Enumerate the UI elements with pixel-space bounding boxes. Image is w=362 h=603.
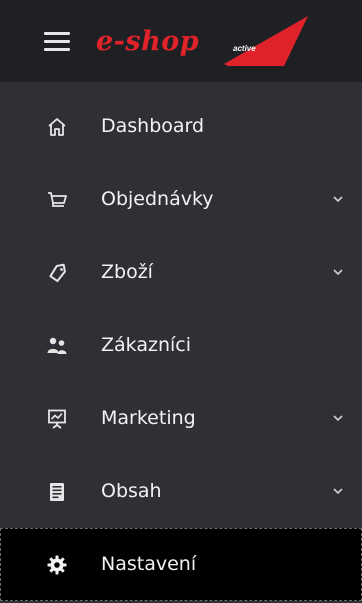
sidebar-item-label: Objednávky <box>101 188 214 210</box>
eshop-logo[interactable]: e-shop active <box>96 14 308 70</box>
sidebar: e-shop active Dashboard Objednávky Zboží… <box>0 0 362 603</box>
chevron-down-icon[interactable] <box>333 268 343 276</box>
logo-badge: active <box>233 44 256 53</box>
sidebar-item-dashboard[interactable]: Dashboard <box>0 90 362 163</box>
sidebar-item-label: Dashboard <box>101 115 205 137</box>
logo-text: e-shop <box>96 26 200 57</box>
chevron-down-icon[interactable] <box>333 487 343 495</box>
cart-icon <box>48 192 67 207</box>
document-icon <box>50 483 64 501</box>
sidebar-item-marketing[interactable]: Marketing <box>0 382 362 455</box>
sidebar-menu: Dashboard Objednávky Zboží Zákazníci Mar… <box>0 90 362 601</box>
sidebar-header: e-shop active <box>0 0 362 82</box>
sidebar-item-label: Obsah <box>101 480 162 502</box>
sidebar-item-label: Marketing <box>101 407 196 429</box>
home-icon <box>48 118 66 136</box>
sidebar-item-obsah[interactable]: Obsah <box>0 455 362 528</box>
tag-icon <box>49 263 66 283</box>
sidebar-item-label: Nastavení <box>101 553 197 575</box>
chevron-down-icon[interactable] <box>333 414 343 422</box>
sidebar-item-label: Zákazníci <box>101 334 191 356</box>
presentation-chart-icon <box>48 409 66 429</box>
sidebar-item-objednavky[interactable]: Objednávky <box>0 163 362 236</box>
sidebar-item-label: Zboží <box>101 261 153 283</box>
logo-swoosh-icon <box>224 16 308 66</box>
sidebar-item-zakaznici[interactable]: Zákazníci <box>0 309 362 382</box>
gear-icon <box>47 555 67 575</box>
hamburger-icon[interactable] <box>44 32 70 52</box>
sidebar-item-nastaveni[interactable]: Nastavení <box>0 528 362 601</box>
chevron-down-icon[interactable] <box>333 195 343 203</box>
sidebar-item-zbozi[interactable]: Zboží <box>0 236 362 309</box>
users-icon <box>47 337 67 354</box>
